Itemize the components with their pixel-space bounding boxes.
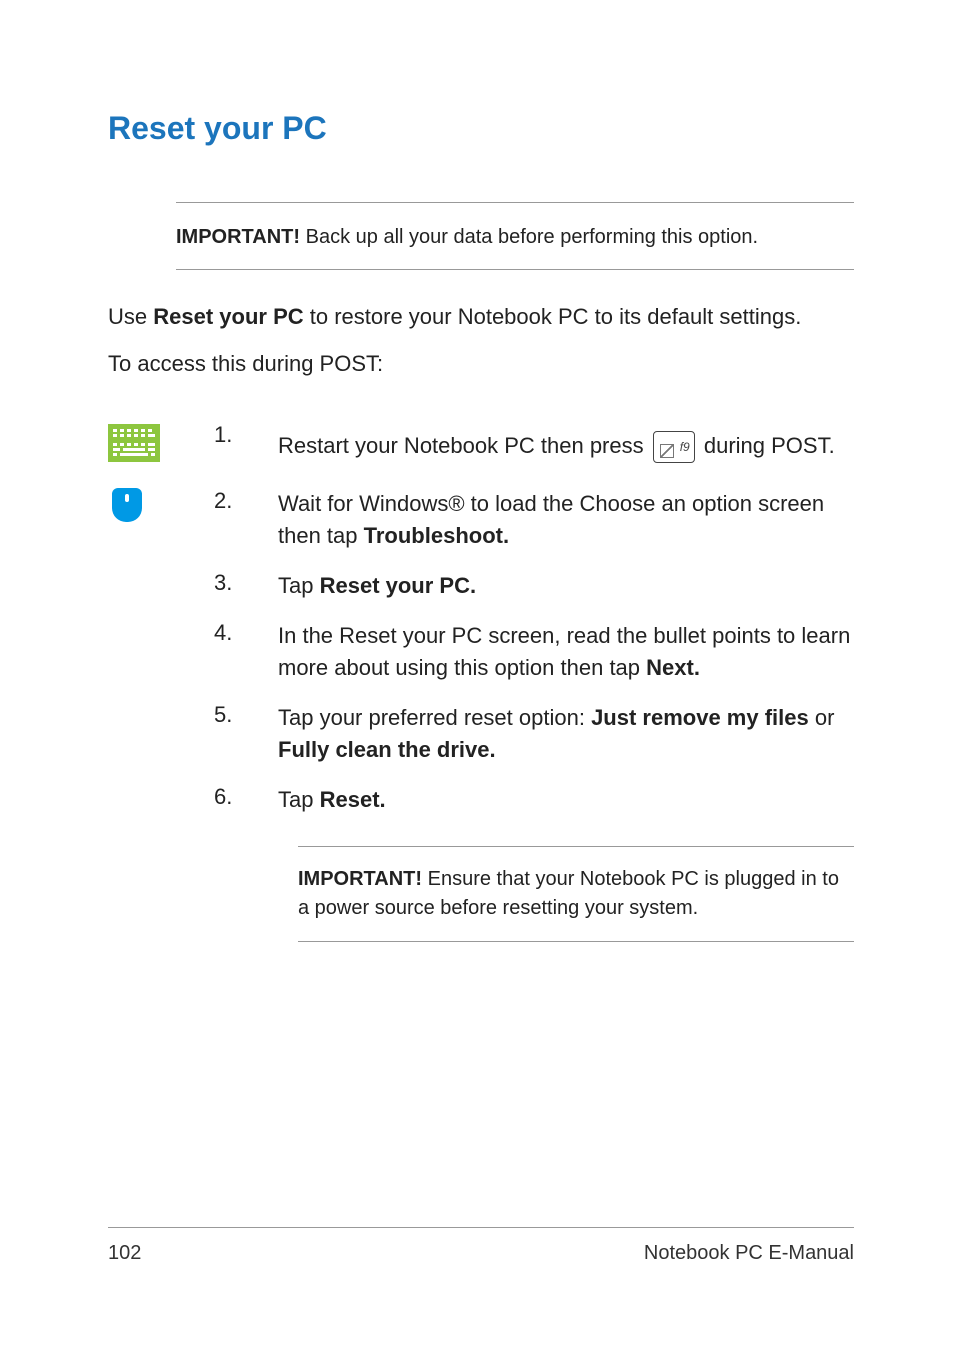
steps-list: 1. Restart your Notebook PC then press d… (108, 422, 854, 816)
step-row: 1. Restart your Notebook PC then press d… (108, 422, 854, 470)
text-segment: Tap (278, 787, 320, 812)
step-text: Tap Reset. (278, 784, 854, 816)
intro-bold: Reset your PC (153, 304, 303, 329)
intro-prefix: Use (108, 304, 153, 329)
icon-column (108, 488, 198, 522)
text-segment: Wait for Windows® to load the Choose an … (278, 491, 824, 548)
page-title: Reset your PC (108, 110, 854, 147)
step-text: Tap Reset your PC. (278, 570, 854, 602)
text-segment: during POST. (698, 433, 835, 458)
callout-label: IMPORTANT! (176, 226, 300, 248)
step-text: Wait for Windows® to load the Choose an … (278, 488, 854, 552)
page-footer: 102 Notebook PC E-Manual (108, 1227, 854, 1265)
callout-text: Back up all your data before performing … (300, 226, 758, 248)
text-bold: Troubleshoot. (364, 523, 509, 548)
text-bold: Reset your PC. (320, 573, 477, 598)
f9-key-icon (653, 431, 695, 463)
step-row: 6. Tap Reset. (108, 784, 854, 816)
icon-column (108, 422, 198, 462)
page-number: 102 (108, 1242, 141, 1265)
text-bold: Next. (646, 655, 700, 680)
mouse-icon (112, 488, 142, 522)
step-text: In the Reset your PC screen, read the bu… (278, 620, 854, 684)
text-segment: Tap (278, 573, 320, 598)
document-title: Notebook PC E-Manual (644, 1242, 854, 1265)
text-bold: Reset. (320, 787, 386, 812)
step-number: 4. (198, 620, 278, 646)
step-number: 2. (198, 488, 278, 514)
step-number: 3. (198, 570, 278, 596)
intro-suffix: to restore your Notebook PC to its defau… (304, 304, 802, 329)
text-bold: Just remove my files (591, 705, 809, 730)
step-row: 5. Tap your preferred reset option: Just… (108, 702, 854, 766)
text-segment: Restart your Notebook PC then press (278, 433, 650, 458)
step-text: Restart your Notebook PC then press duri… (278, 422, 854, 470)
important-callout-bottom: IMPORTANT! Ensure that your Notebook PC … (298, 846, 854, 942)
step-number: 5. (198, 702, 278, 728)
callout-label: IMPORTANT! (298, 868, 422, 890)
step-row: 4. In the Reset your PC screen, read the… (108, 620, 854, 684)
step-text: Tap your preferred reset option: Just re… (278, 702, 854, 766)
step-row: 3. Tap Reset your PC. (108, 570, 854, 602)
keyboard-icon (108, 424, 160, 462)
step-row: 2. Wait for Windows® to load the Choose … (108, 488, 854, 552)
text-segment: Tap your preferred reset option: (278, 705, 591, 730)
text-segment: In the Reset your PC screen, read the bu… (278, 623, 850, 680)
important-callout-top: IMPORTANT! Back up all your data before … (176, 202, 854, 270)
step-number: 6. (198, 784, 278, 810)
step-number: 1. (198, 422, 278, 448)
text-segment: or (809, 705, 835, 730)
text-bold: Fully clean the drive. (278, 737, 496, 762)
intro-paragraph: Use Reset your PC to restore your Notebo… (108, 300, 854, 333)
sub-intro: To access this during POST: (108, 351, 854, 377)
